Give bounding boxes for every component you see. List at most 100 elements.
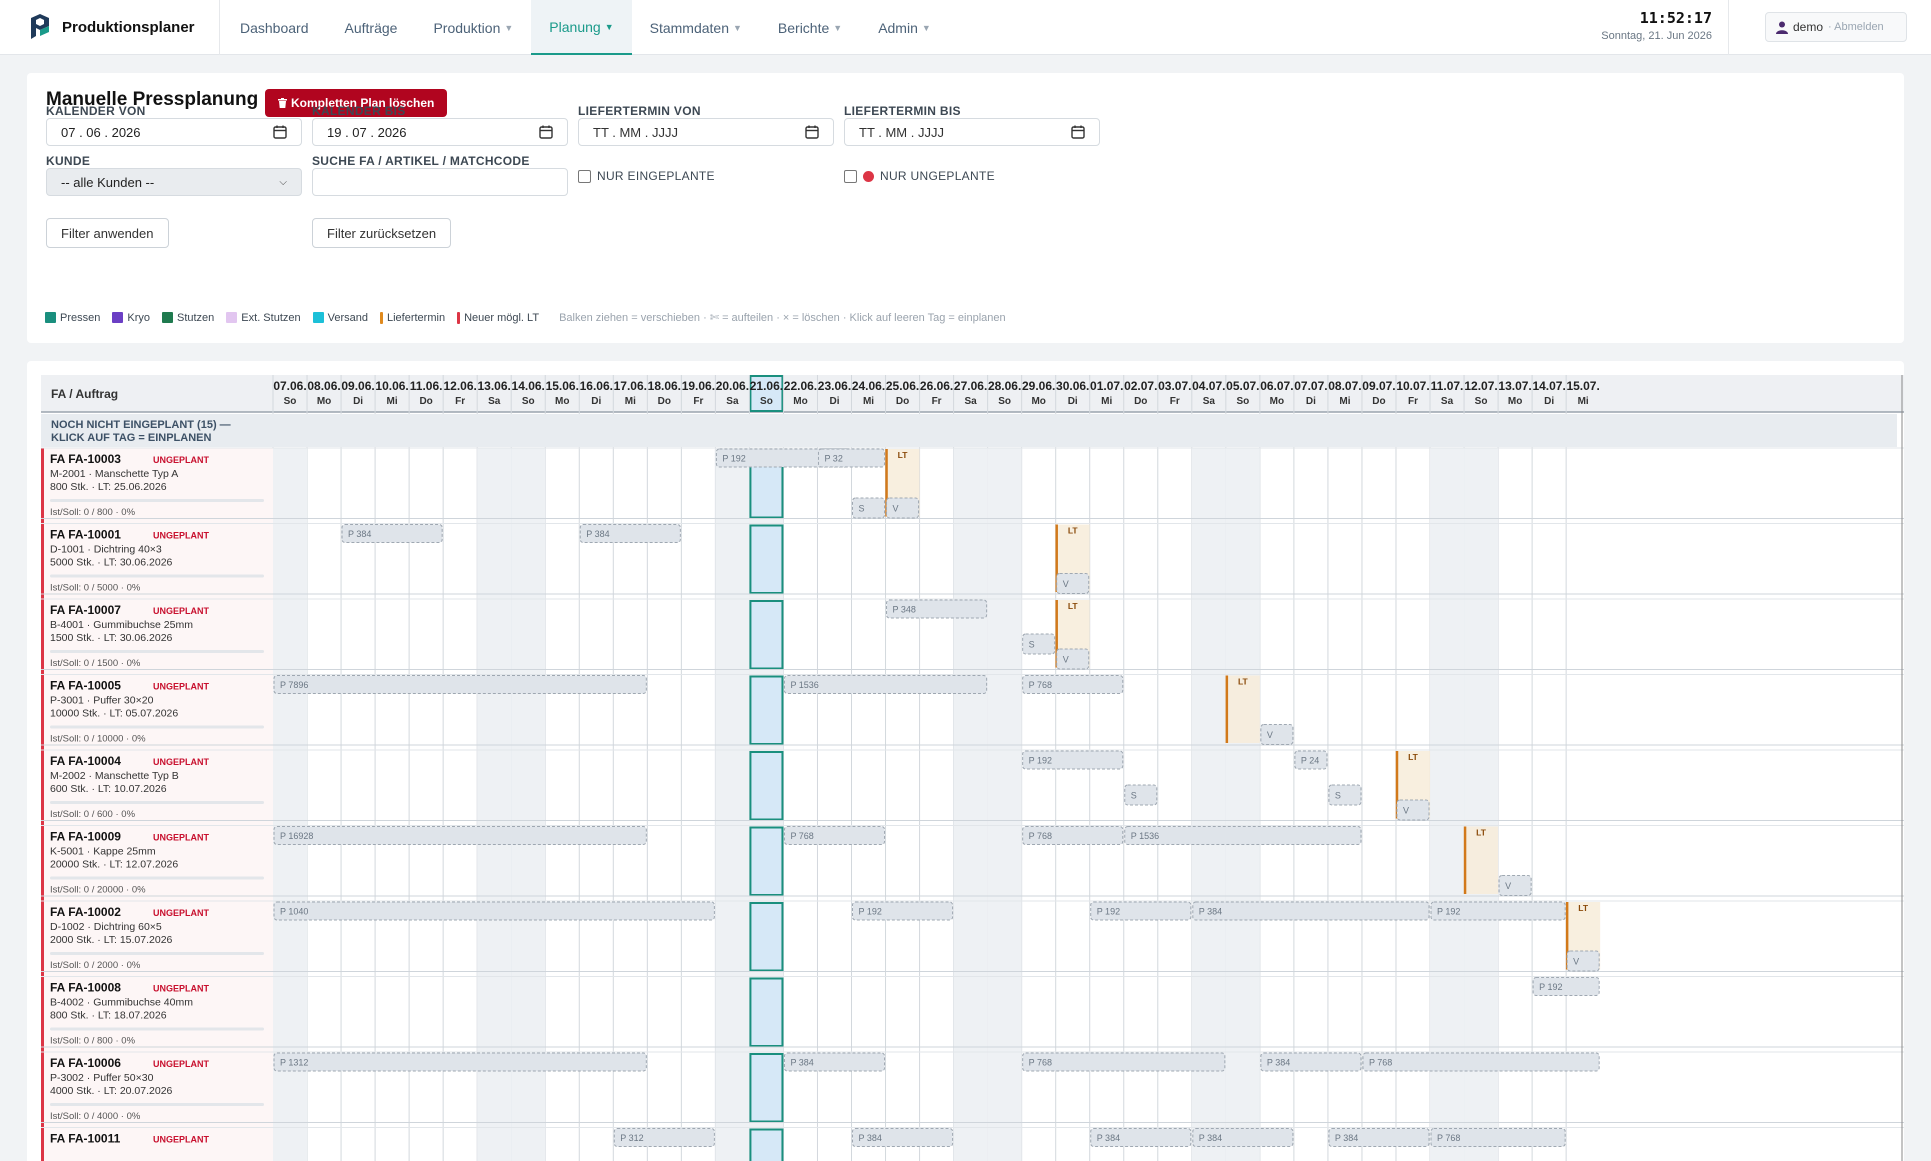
plan-bar[interactable] [1396, 799, 1430, 821]
weekend-cell [511, 976, 546, 1052]
order-number: FA FA-10002 [50, 905, 121, 919]
day-header-weekday: Mo [1508, 396, 1522, 407]
unplanned-group-row [41, 414, 1897, 447]
plan-bar[interactable] [1022, 633, 1056, 655]
weekend-cell [273, 523, 308, 599]
nav-item-admin[interactable]: Admin ▼ [860, 0, 949, 55]
weekend-cell [1225, 750, 1260, 826]
plan-bar-label: V [1267, 730, 1273, 740]
clock-date: Sonntag, 21. Jun 2026 [1601, 30, 1712, 42]
user-menu[interactable]: demo · Abmelden [1765, 12, 1907, 42]
checkbox-box[interactable] [578, 169, 591, 183]
day-header-weekday: Do [419, 396, 432, 407]
weekend-cell [715, 674, 750, 750]
plan-bar[interactable] [273, 901, 715, 921]
weekend-cell [715, 523, 750, 599]
nur-ungeplante-checkbox[interactable]: NUR UNGEPLANTE [844, 169, 995, 183]
plan-bar[interactable] [1328, 784, 1362, 806]
day-header-weekday: Mi [1578, 396, 1589, 407]
legend-swatch [457, 311, 461, 324]
today-cell[interactable] [749, 1128, 784, 1161]
day-header-date: 19.06. [682, 379, 715, 393]
suche-label: SUCHE FA / ARTIKEL / MATCHCODE [312, 154, 530, 168]
today-cell[interactable] [749, 977, 784, 1047]
plan-bar[interactable] [852, 497, 886, 519]
legend-swatch [312, 312, 324, 323]
day-header-weekday: Fr [455, 396, 465, 407]
day-header-weekday: Sa [1441, 396, 1454, 407]
today-cell[interactable] [749, 826, 784, 896]
plan-bar[interactable] [886, 497, 920, 519]
kalender-von-input[interactable]: 07 . 06 . 2026 [46, 118, 302, 146]
reset-filter-button[interactable]: Filter zurücksetzen [312, 218, 452, 248]
weekend-cell [1225, 448, 1260, 524]
day-header-date: 24.06. [852, 379, 885, 393]
plan-bar[interactable] [1022, 1052, 1226, 1072]
liefertermin-bis-label: LIEFERTERMIN BIS [844, 104, 961, 118]
nav-item-dashboard[interactable]: Dashboard [222, 0, 327, 55]
day-header-date: 20.06. [716, 379, 749, 393]
today-cell[interactable] [749, 524, 784, 594]
progress-bar [50, 876, 264, 880]
today-cell[interactable] [749, 600, 784, 670]
today-cell[interactable] [749, 1053, 784, 1123]
plan-bar[interactable] [273, 675, 647, 694]
apply-filter-button[interactable]: Filter anwenden [46, 218, 169, 248]
day-header-date: 08.06. [307, 379, 340, 393]
kalender-bis-input[interactable]: 19 . 07 . 2026 [312, 118, 568, 146]
plan-bar[interactable] [1260, 724, 1294, 745]
plan-bar-label: S [1335, 791, 1341, 801]
plan-bar-label: P 1536 [1131, 831, 1159, 841]
suche-input[interactable] [312, 168, 568, 196]
plan-bar[interactable] [1362, 1052, 1600, 1072]
today-cell[interactable] [749, 751, 784, 821]
logout-link[interactable]: · Abmelden [1828, 21, 1884, 33]
day-header-weekday: So [522, 396, 535, 407]
unplanned-marker [41, 448, 44, 524]
plan-bar[interactable] [1056, 648, 1090, 670]
checkbox-box[interactable] [844, 169, 857, 183]
nav-item-produktion[interactable]: Produktion ▼ [415, 0, 531, 55]
plan-bar[interactable] [1124, 826, 1362, 845]
calendar-icon[interactable] [273, 125, 287, 139]
order-progress-text: Ist/Soll: 0 / 5000 · 0% [50, 583, 141, 594]
kunde-select[interactable]: -- alle Kunden -- ⌵ [46, 168, 302, 196]
order-quantity: 5000 Stk. · LT: 30.06.2026 [50, 557, 173, 569]
plan-bar[interactable] [1498, 875, 1532, 896]
status-badge: UNGEPLANT [153, 908, 210, 918]
plan-bar[interactable] [273, 1052, 647, 1072]
day-header-weekday: Di [591, 396, 601, 407]
today-cell[interactable] [749, 902, 784, 972]
day-header-weekday: Mo [1270, 396, 1284, 407]
calendar-icon[interactable] [539, 125, 553, 139]
plan-bar-label: P 32 [824, 454, 842, 464]
status-badge: UNGEPLANT [153, 531, 210, 541]
liefertermin-bis-input[interactable]: TT . MM . JJJJ [844, 118, 1100, 146]
progress-bar [50, 725, 264, 729]
weekend-cell [273, 599, 308, 675]
kalender-bis-value: 19 . 07 . 2026 [327, 124, 407, 140]
today-cell[interactable] [749, 675, 784, 745]
plan-bar[interactable] [1124, 784, 1158, 806]
day-header-weekday: Di [353, 396, 363, 407]
liefertermin-von-input[interactable]: TT . MM . JJJJ [578, 118, 834, 146]
day-header-date: 05.07. [1226, 379, 1259, 393]
nav-item-auftr-ge[interactable]: Aufträge [327, 0, 416, 55]
plan-bar-label: P 192 [1097, 907, 1120, 917]
nur-eingeplante-checkbox[interactable]: NUR EINGEPLANTE [578, 169, 715, 183]
nav-item-stammdaten[interactable]: Stammdaten ▼ [632, 0, 760, 55]
nav-item-planung[interactable]: Planung ▼ [531, 0, 632, 55]
day-header-date: 07.06. [273, 379, 306, 393]
order-number: FA FA-10008 [50, 981, 121, 995]
plan-bar[interactable] [1566, 950, 1600, 972]
weekend-cell [1464, 599, 1499, 675]
plan-bar[interactable] [273, 826, 647, 845]
calendar-icon[interactable] [805, 125, 819, 139]
nav-item-berichte[interactable]: Berichte ▼ [760, 0, 860, 55]
day-header-date: 13.06. [478, 379, 511, 393]
brand[interactable]: Produktionsplaner [28, 14, 195, 40]
calendar-icon[interactable] [1071, 125, 1085, 139]
plan-bar[interactable] [1192, 901, 1430, 921]
plan-bar[interactable] [1056, 573, 1090, 594]
plan-bar-label: V [1505, 881, 1511, 891]
